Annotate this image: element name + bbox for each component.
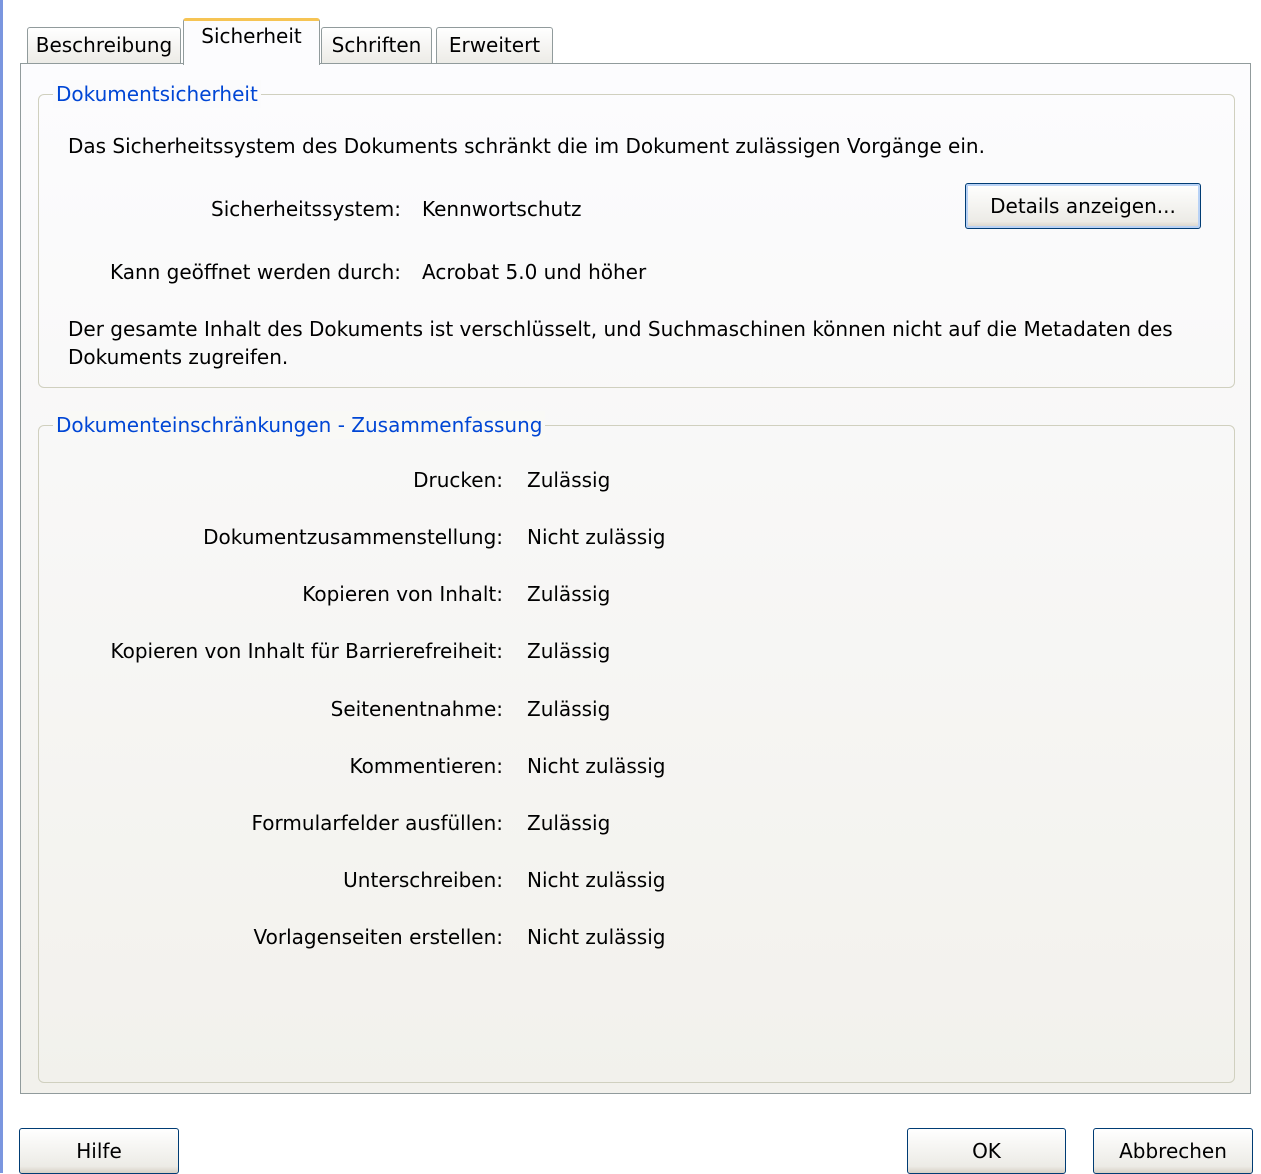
restriction-value: Zulässig xyxy=(527,811,611,835)
security-system-value: Kennwortschutz xyxy=(422,197,582,221)
restriction-value: Zulässig xyxy=(527,468,611,492)
restriction-label: Kopieren von Inhalt: xyxy=(302,582,503,606)
restriction-label: Dokumentzusammenstellung: xyxy=(203,525,503,549)
restriction-label: Kommentieren: xyxy=(349,754,503,778)
restriction-value: Nicht zulässig xyxy=(527,925,666,949)
details-anzeigen-button[interactable]: Details anzeigen... xyxy=(965,183,1201,229)
ok-button[interactable]: OK xyxy=(907,1128,1066,1174)
window-left-border xyxy=(0,0,3,1173)
restriction-label: Seitenentnahme: xyxy=(330,697,503,721)
tab-beschreibung[interactable]: Beschreibung xyxy=(27,27,181,64)
restriction-label: Drucken: xyxy=(413,468,503,492)
restriction-value: Zulässig xyxy=(527,582,611,606)
restriction-label: Kopieren von Inhalt für Barrierefreiheit… xyxy=(110,639,503,663)
tab-schriften[interactable]: Schriften xyxy=(321,27,432,64)
group-legend-restrictions: Dokumenteinschränkungen - Zusammenfassun… xyxy=(53,411,546,439)
restriction-value: Nicht zulässig xyxy=(527,754,666,778)
security-system-label: Sicherheitssystem: xyxy=(211,197,401,221)
tab-erweitert[interactable]: Erweitert xyxy=(436,27,553,64)
restriction-label: Unterschreiben: xyxy=(343,868,503,892)
restriction-value: Zulässig xyxy=(527,697,611,721)
restriction-value: Nicht zulässig xyxy=(527,868,666,892)
restriction-label: Formularfelder ausfüllen: xyxy=(251,811,503,835)
abbrechen-button[interactable]: Abbrechen xyxy=(1093,1128,1253,1174)
hilfe-button[interactable]: Hilfe xyxy=(19,1128,179,1174)
security-intro-text: Das Sicherheitssystem des Dokuments schr… xyxy=(68,134,985,158)
restriction-value: Zulässig xyxy=(527,639,611,663)
group-legend-security: Dokumentsicherheit xyxy=(53,80,261,108)
open-by-value: Acrobat 5.0 und höher xyxy=(422,260,647,284)
encryption-note-text: Der gesamte Inhalt des Dokuments ist ver… xyxy=(68,317,1173,369)
restriction-value: Nicht zulässig xyxy=(527,525,666,549)
group-document-security: Dokumentsicherheit Das Sicherheitssystem… xyxy=(38,80,1235,388)
group-document-restrictions: Dokumenteinschränkungen - Zusammenfassun… xyxy=(38,411,1235,1083)
open-by-label: Kann geöffnet werden durch: xyxy=(109,260,401,284)
tab-sicherheit[interactable]: Sicherheit xyxy=(183,18,320,65)
tab-panel-sicherheit: Dokumentsicherheit Das Sicherheitssystem… xyxy=(20,63,1251,1094)
restriction-label: Vorlagenseiten erstellen: xyxy=(253,925,503,949)
